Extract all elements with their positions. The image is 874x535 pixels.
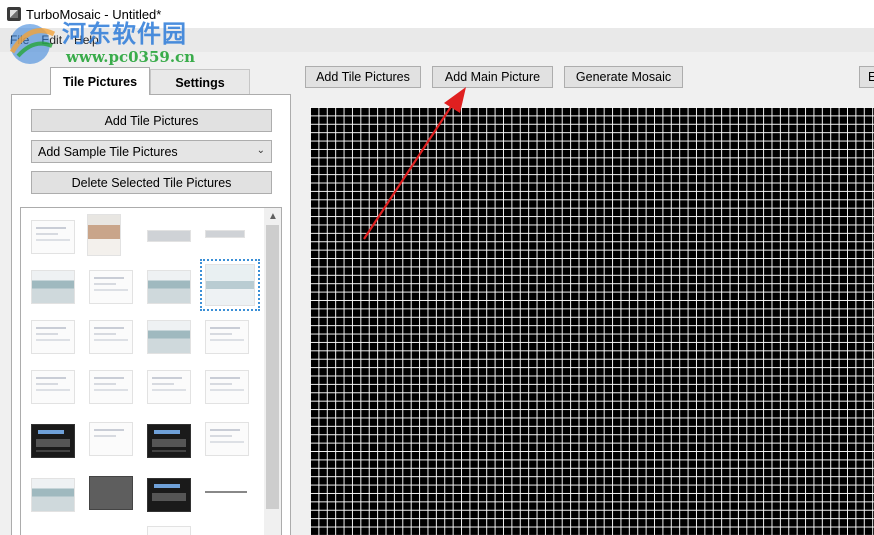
tile-thumbnail[interactable] (205, 230, 245, 238)
toolbar-partial-button[interactable]: E (859, 66, 874, 88)
tile-thumbnail[interactable] (147, 230, 191, 242)
add-sample-tiles-dropdown[interactable]: Add Sample Tile Pictures ⌄ (31, 140, 272, 163)
tile-thumbnail[interactable] (147, 424, 191, 458)
tile-thumbnail[interactable] (89, 270, 133, 304)
tile-thumbnail[interactable] (31, 320, 75, 354)
add-main-picture-button[interactable]: Add Main Picture (432, 66, 553, 88)
tile-thumbnail[interactable] (147, 320, 191, 354)
tile-thumbnail[interactable] (31, 478, 75, 512)
scroll-up-icon[interactable]: ▲ (268, 211, 278, 222)
tile-thumbnail[interactable] (31, 424, 75, 458)
tile-thumbnail[interactable] (89, 422, 133, 456)
tab-tile-pictures[interactable]: Tile Pictures (50, 67, 150, 95)
delete-selected-tiles-button[interactable]: Delete Selected Tile Pictures (31, 171, 272, 194)
tile-thumbnail[interactable] (147, 370, 191, 404)
tile-thumbnail-list[interactable]: ▲ (20, 207, 282, 535)
tile-thumbnail[interactable] (205, 491, 247, 493)
thumbnail-scrollbar[interactable]: ▲ (264, 208, 281, 535)
toolbar-add-tile-pictures-button[interactable]: Add Tile Pictures (305, 66, 421, 88)
tile-thumbnail-selected[interactable] (200, 259, 260, 311)
tile-thumbnail[interactable] (31, 370, 75, 404)
tab-strip: Tile Pictures Settings (50, 67, 250, 95)
title-bar: TurboMosaic - Untitled* (0, 0, 874, 28)
tile-thumbnail[interactable] (205, 370, 249, 404)
tile-thumbnail[interactable] (87, 214, 121, 256)
tile-thumbnail[interactable] (205, 422, 249, 456)
generate-mosaic-button[interactable]: Generate Mosaic (564, 66, 683, 88)
menu-edit[interactable]: Edit (35, 33, 68, 47)
tile-thumbnail[interactable] (89, 370, 133, 404)
tile-thumbnail[interactable] (205, 320, 249, 354)
scrollbar-thumb[interactable] (266, 225, 279, 509)
add-tile-pictures-button[interactable]: Add Tile Pictures (31, 109, 272, 132)
tile-thumbnail[interactable] (89, 320, 133, 354)
window-title: TurboMosaic - Untitled* (26, 6, 162, 22)
menu-help[interactable]: Help (68, 33, 105, 47)
tile-pictures-panel: Add Tile Pictures Add Sample Tile Pictur… (11, 94, 291, 535)
chevron-down-icon: ⌄ (256, 145, 265, 156)
dropdown-selected-value: Add Sample Tile Pictures (38, 144, 178, 159)
tab-settings[interactable]: Settings (150, 69, 250, 95)
tile-thumbnail[interactable] (31, 220, 75, 254)
tile-thumbnail[interactable] (147, 478, 191, 512)
tile-thumbnail[interactable] (147, 526, 191, 535)
app-icon (7, 7, 21, 21)
tile-thumbnail[interactable] (89, 476, 133, 510)
tile-thumbnail[interactable] (147, 270, 191, 304)
menu-bar: File Edit Help (0, 28, 874, 52)
mosaic-grid-canvas[interactable] (310, 107, 874, 535)
tile-thumbnail[interactable] (31, 270, 75, 304)
menu-file[interactable]: File (4, 33, 35, 47)
